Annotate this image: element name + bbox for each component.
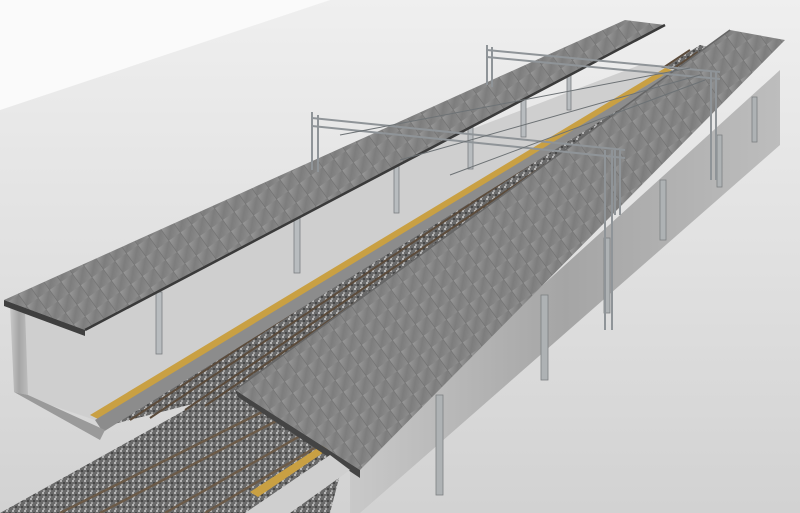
station-scene — [0, 0, 800, 513]
3d-viewport[interactable] — [0, 0, 800, 513]
